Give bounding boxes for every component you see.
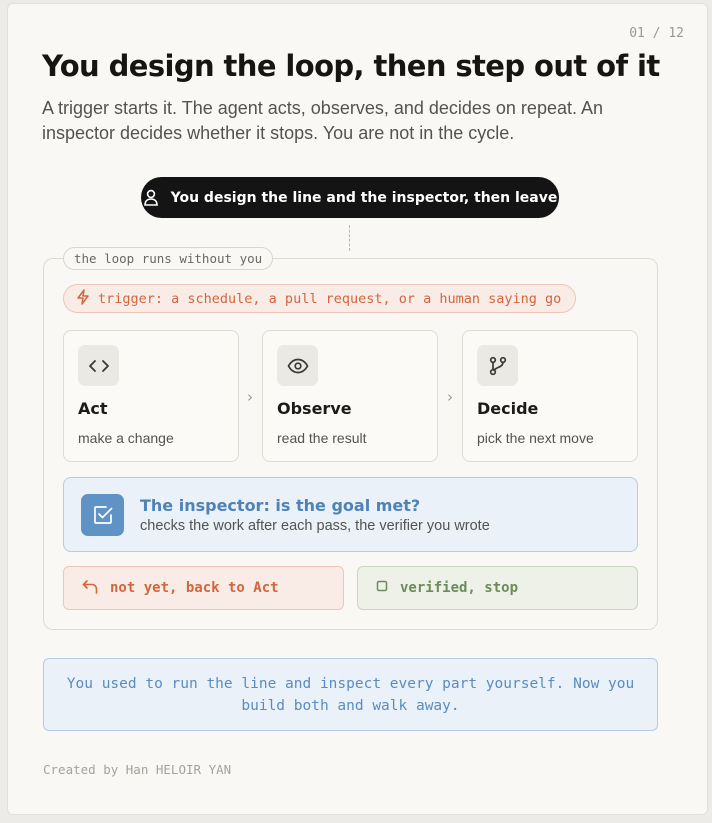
loop-label: the loop runs without you [63,247,274,270]
return-arrow-icon [82,579,98,598]
outcome-retry: not yet, back to Act [63,566,344,610]
step-observe-desc: read the result [277,430,367,446]
git-branch-icon [477,345,518,386]
eye-icon [277,345,318,386]
step-decide-desc: pick the next move [477,430,594,446]
step-observe-title: Observe [277,399,352,418]
square-icon [376,580,388,596]
outcome-retry-label: not yet, back to Act [110,580,279,596]
dashed-connector [349,225,350,251]
page-counter: 01 / 12 [629,26,684,41]
code-icon [78,345,119,386]
designer-pill: You design the line and the inspector, t… [141,177,559,218]
step-act: Act make a change [63,330,239,462]
step-observe: Observe read the result [262,330,438,462]
outcome-stop: verified, stop [357,566,638,610]
step-act-desc: make a change [78,430,174,446]
person-icon [143,189,159,206]
credit-text: Created by Han HELOIR YAN [43,762,232,777]
outcome-stop-label: verified, stop [400,580,519,596]
step-act-title: Act [78,399,108,418]
inspector-desc: checks the work after each pass, the ver… [140,518,490,534]
slide-title: You design the loop, then step out of it [42,49,660,83]
checkbox-edit-icon [81,494,124,536]
step-arrow: › [247,388,253,406]
trigger-pill: trigger: a schedule, a pull request, or … [63,284,577,313]
lightning-icon [76,288,90,309]
inspector-title: The inspector: is the goal met? [140,496,421,515]
slide-subtitle: A trigger starts it. The agent acts, obs… [42,98,603,143]
step-decide-title: Decide [477,399,539,418]
summary-box: You used to run the line and inspect eve… [43,658,658,731]
step-arrow: › [447,388,453,406]
inspector-box: The inspector: is the goal met? checks t… [63,477,638,552]
trigger-label: trigger: a schedule, a pull request, or … [98,290,562,307]
designer-label: You design the line and the inspector, t… [170,189,558,206]
step-decide: Decide pick the next move [462,330,638,462]
